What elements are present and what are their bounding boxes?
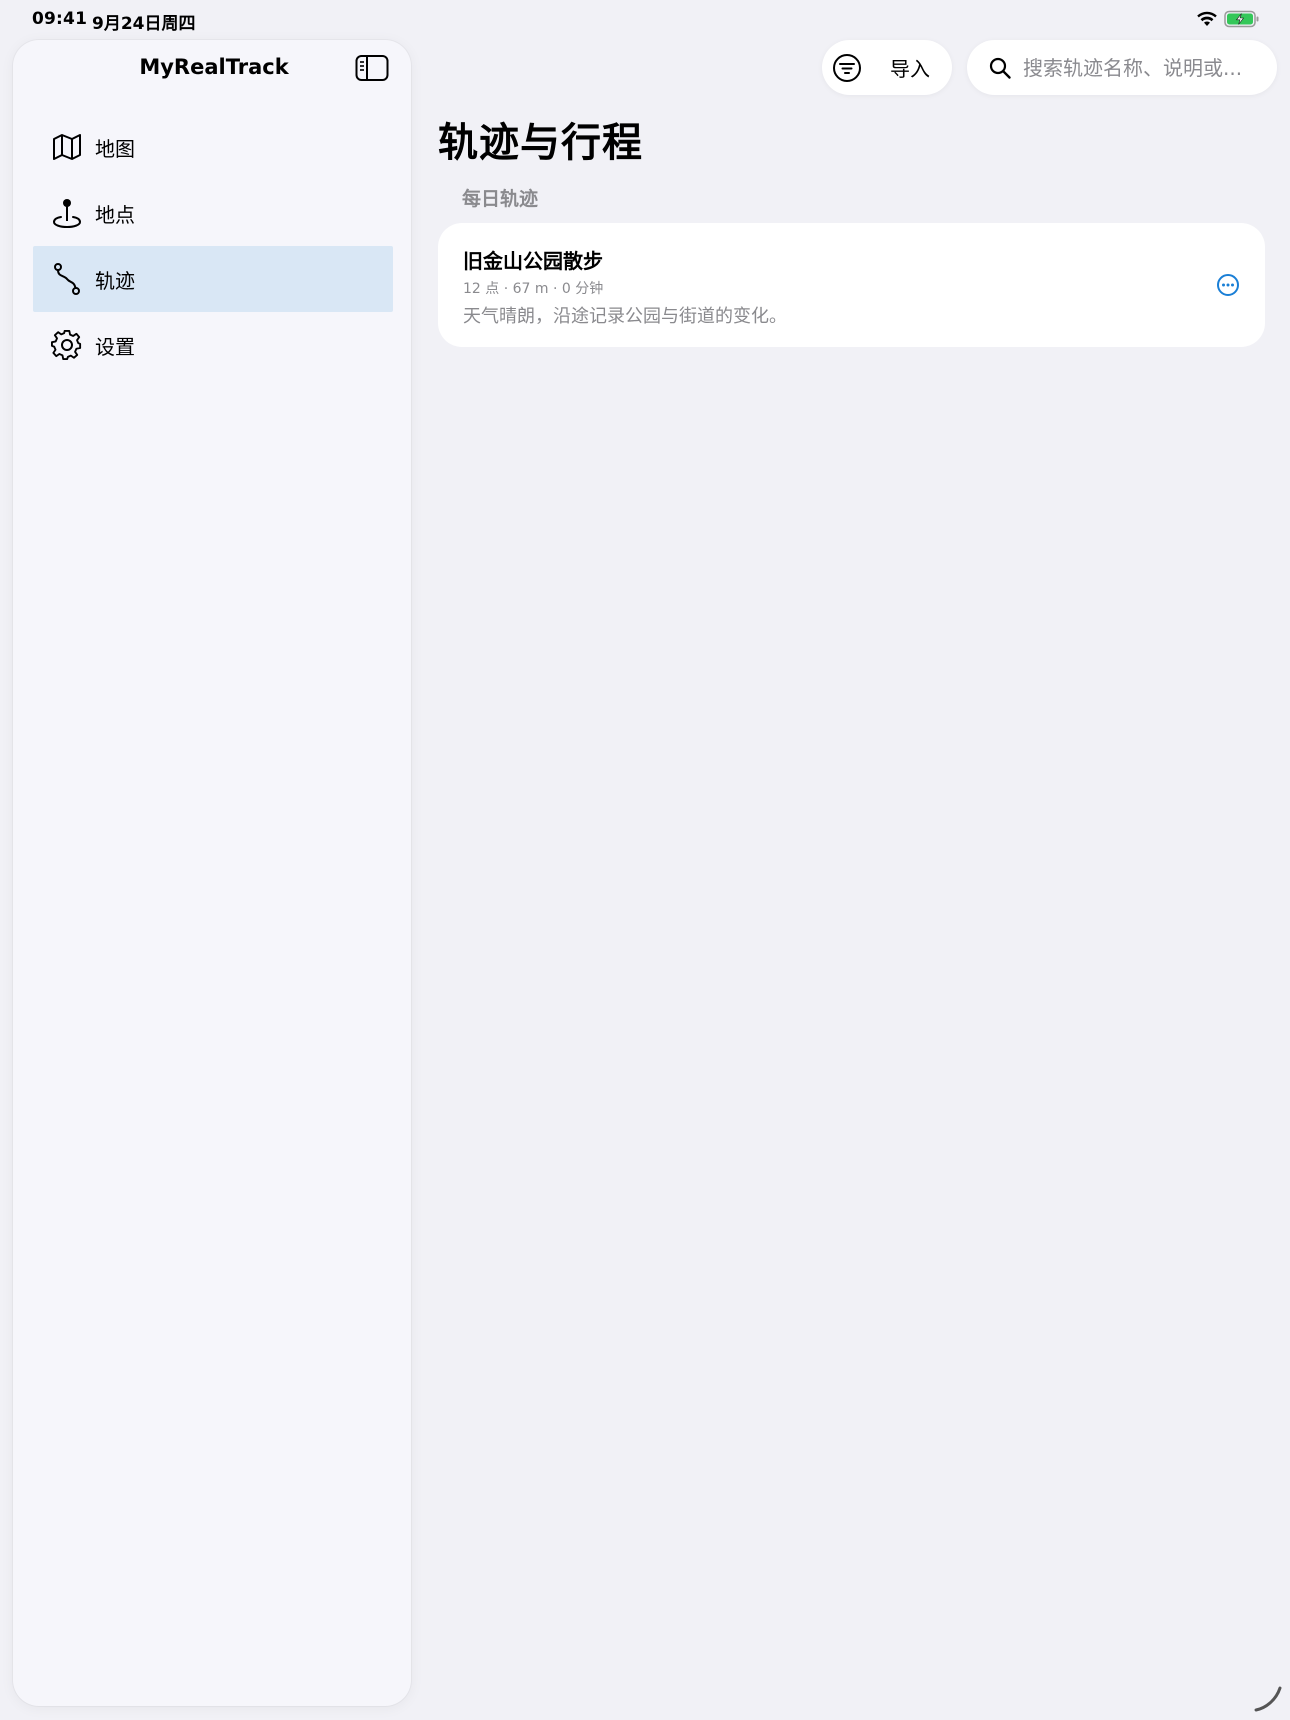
status-date: 9月24日周四 (92, 14, 196, 34)
more-options-icon[interactable] (1216, 273, 1240, 297)
import-button[interactable]: 导入 (890, 53, 930, 82)
status-bar: 09:41 9月24日周四 (0, 0, 1290, 40)
wifi-icon (1196, 11, 1218, 31)
gear-icon (50, 328, 84, 362)
pin-icon (50, 196, 84, 230)
track-title: 旧金山公园散步 (463, 249, 603, 273)
status-time: 09:41 (32, 9, 88, 29)
sidebar-nav: 地图 地点 轨迹 设置 (33, 114, 393, 378)
track-description: 天气晴朗，沿途记录公园与街道的变化。 (463, 306, 787, 327)
sidebar-item-label: 轨迹 (95, 268, 135, 293)
sidebar: MyRealTrack 地图 地点 轨迹 设置 (13, 40, 411, 1706)
status-icons (1196, 10, 1260, 32)
sidebar-item-places[interactable]: 地点 (33, 180, 393, 246)
track-meta: 12 点 · 67 m · 0 分钟 (463, 281, 604, 297)
battery-icon (1224, 10, 1260, 32)
map-icon (50, 130, 84, 164)
search-box (967, 40, 1277, 95)
sidebar-item-label: 地图 (95, 136, 135, 161)
sidebar-toggle-icon[interactable] (355, 54, 389, 82)
section-header: 每日轨迹 (462, 188, 539, 210)
sidebar-item-tracks[interactable]: 轨迹 (33, 246, 393, 312)
sidebar-title: MyRealTrack (139, 55, 289, 79)
search-icon (987, 55, 1013, 81)
sidebar-item-settings[interactable]: 设置 (33, 312, 393, 378)
sidebar-item-map[interactable]: 地图 (33, 114, 393, 180)
route-icon (50, 262, 84, 296)
resize-handle-icon[interactable] (1252, 1682, 1284, 1714)
sidebar-item-label: 设置 (95, 334, 135, 359)
track-card[interactable]: 旧金山公园散步 12 点 · 67 m · 0 分钟 天气晴朗，沿途记录公园与街… (438, 223, 1265, 347)
page-title: 轨迹与行程 (438, 120, 643, 166)
toolbar-actions: 导入 (822, 40, 952, 95)
sidebar-item-label: 地点 (95, 202, 135, 227)
search-input[interactable] (1021, 54, 1265, 81)
filter-icon[interactable] (832, 53, 862, 83)
